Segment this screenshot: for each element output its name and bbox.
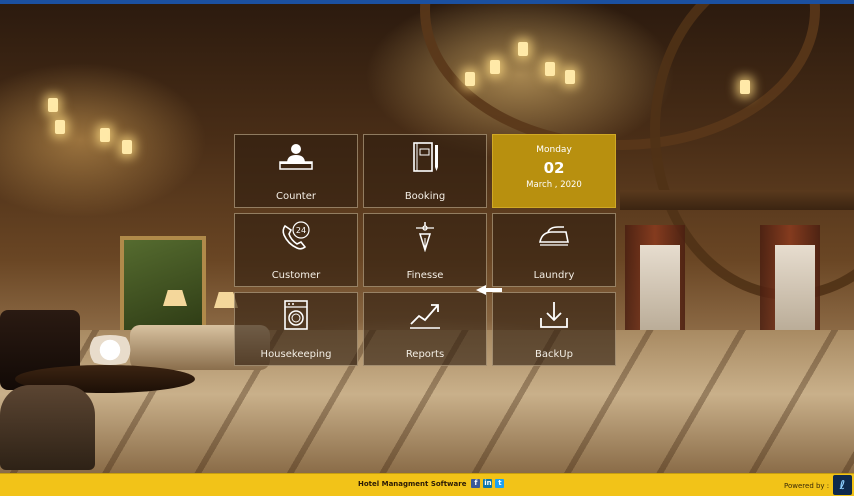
date-month-year: March , 2020	[526, 180, 582, 190]
vendor-logo-icon[interactable]: ℓ	[833, 475, 852, 495]
reports-tile[interactable]: Reports	[363, 292, 487, 366]
finesse-tile[interactable]: Finesse	[363, 213, 487, 287]
chandelier-light	[740, 80, 750, 94]
tile-label: Booking	[404, 191, 446, 202]
armchair	[0, 385, 95, 470]
chandelier-light	[48, 98, 58, 112]
tile-label: Finesse	[406, 270, 444, 281]
chandelier-light	[55, 120, 65, 134]
chandelier-light	[518, 42, 528, 56]
tile-label: Reports	[405, 349, 445, 360]
tile-label: BackUp	[535, 349, 573, 360]
window	[640, 245, 680, 335]
footer-center: Hotel Managment Software f in t	[358, 479, 505, 488]
linkedin-icon[interactable]: in	[483, 479, 493, 488]
chandelier-light	[565, 70, 575, 84]
flower-vase	[80, 335, 140, 365]
chandelier-light	[465, 72, 475, 86]
chandelier-light	[122, 140, 132, 154]
download-icon	[534, 298, 574, 332]
tile-label: Housekeeping	[260, 349, 332, 360]
customer-tile[interactable]: 24 Customer	[234, 213, 358, 287]
reception-desk-icon	[276, 140, 316, 174]
facebook-icon[interactable]: f	[471, 479, 481, 488]
footer-title: Hotel Managment Software	[358, 479, 467, 488]
main-menu-grid: Counter Booking Monday 02 March , 2020 2…	[234, 134, 617, 366]
pen-nib-icon	[405, 219, 445, 253]
chandelier-light	[100, 128, 110, 142]
phone-24-icon: 24	[276, 219, 316, 253]
tile-label: Customer	[271, 270, 321, 281]
mouse-cursor-icon	[476, 285, 502, 295]
notebook-pen-icon	[405, 140, 445, 174]
chandelier-light	[490, 60, 500, 74]
washing-machine-icon	[276, 298, 316, 332]
twitter-icon[interactable]: t	[495, 479, 505, 488]
counter-tile[interactable]: Counter	[234, 134, 358, 208]
date-number: 02	[543, 159, 565, 177]
tile-label: Counter	[276, 191, 316, 202]
window-top-border	[0, 0, 854, 4]
tile-label: Laundry	[533, 270, 575, 281]
laundry-tile[interactable]: Laundry	[492, 213, 616, 287]
footer-bar: Hotel Managment Software f in t Powered …	[0, 473, 854, 496]
date-tile: Monday 02 March , 2020	[492, 134, 616, 208]
iron-icon	[534, 219, 574, 253]
date-day: Monday	[536, 145, 572, 155]
housekeeping-tile[interactable]: Housekeeping	[234, 292, 358, 366]
powered-by-text: Powered by :	[784, 482, 830, 490]
chandelier-light	[545, 62, 555, 76]
backup-tile[interactable]: BackUp	[492, 292, 616, 366]
booking-tile[interactable]: Booking	[363, 134, 487, 208]
wall-painting	[120, 236, 206, 339]
window	[775, 245, 815, 335]
balcony-rail	[620, 190, 854, 210]
customer-icon-text: 24	[296, 226, 306, 235]
trend-chart-icon	[405, 298, 445, 332]
